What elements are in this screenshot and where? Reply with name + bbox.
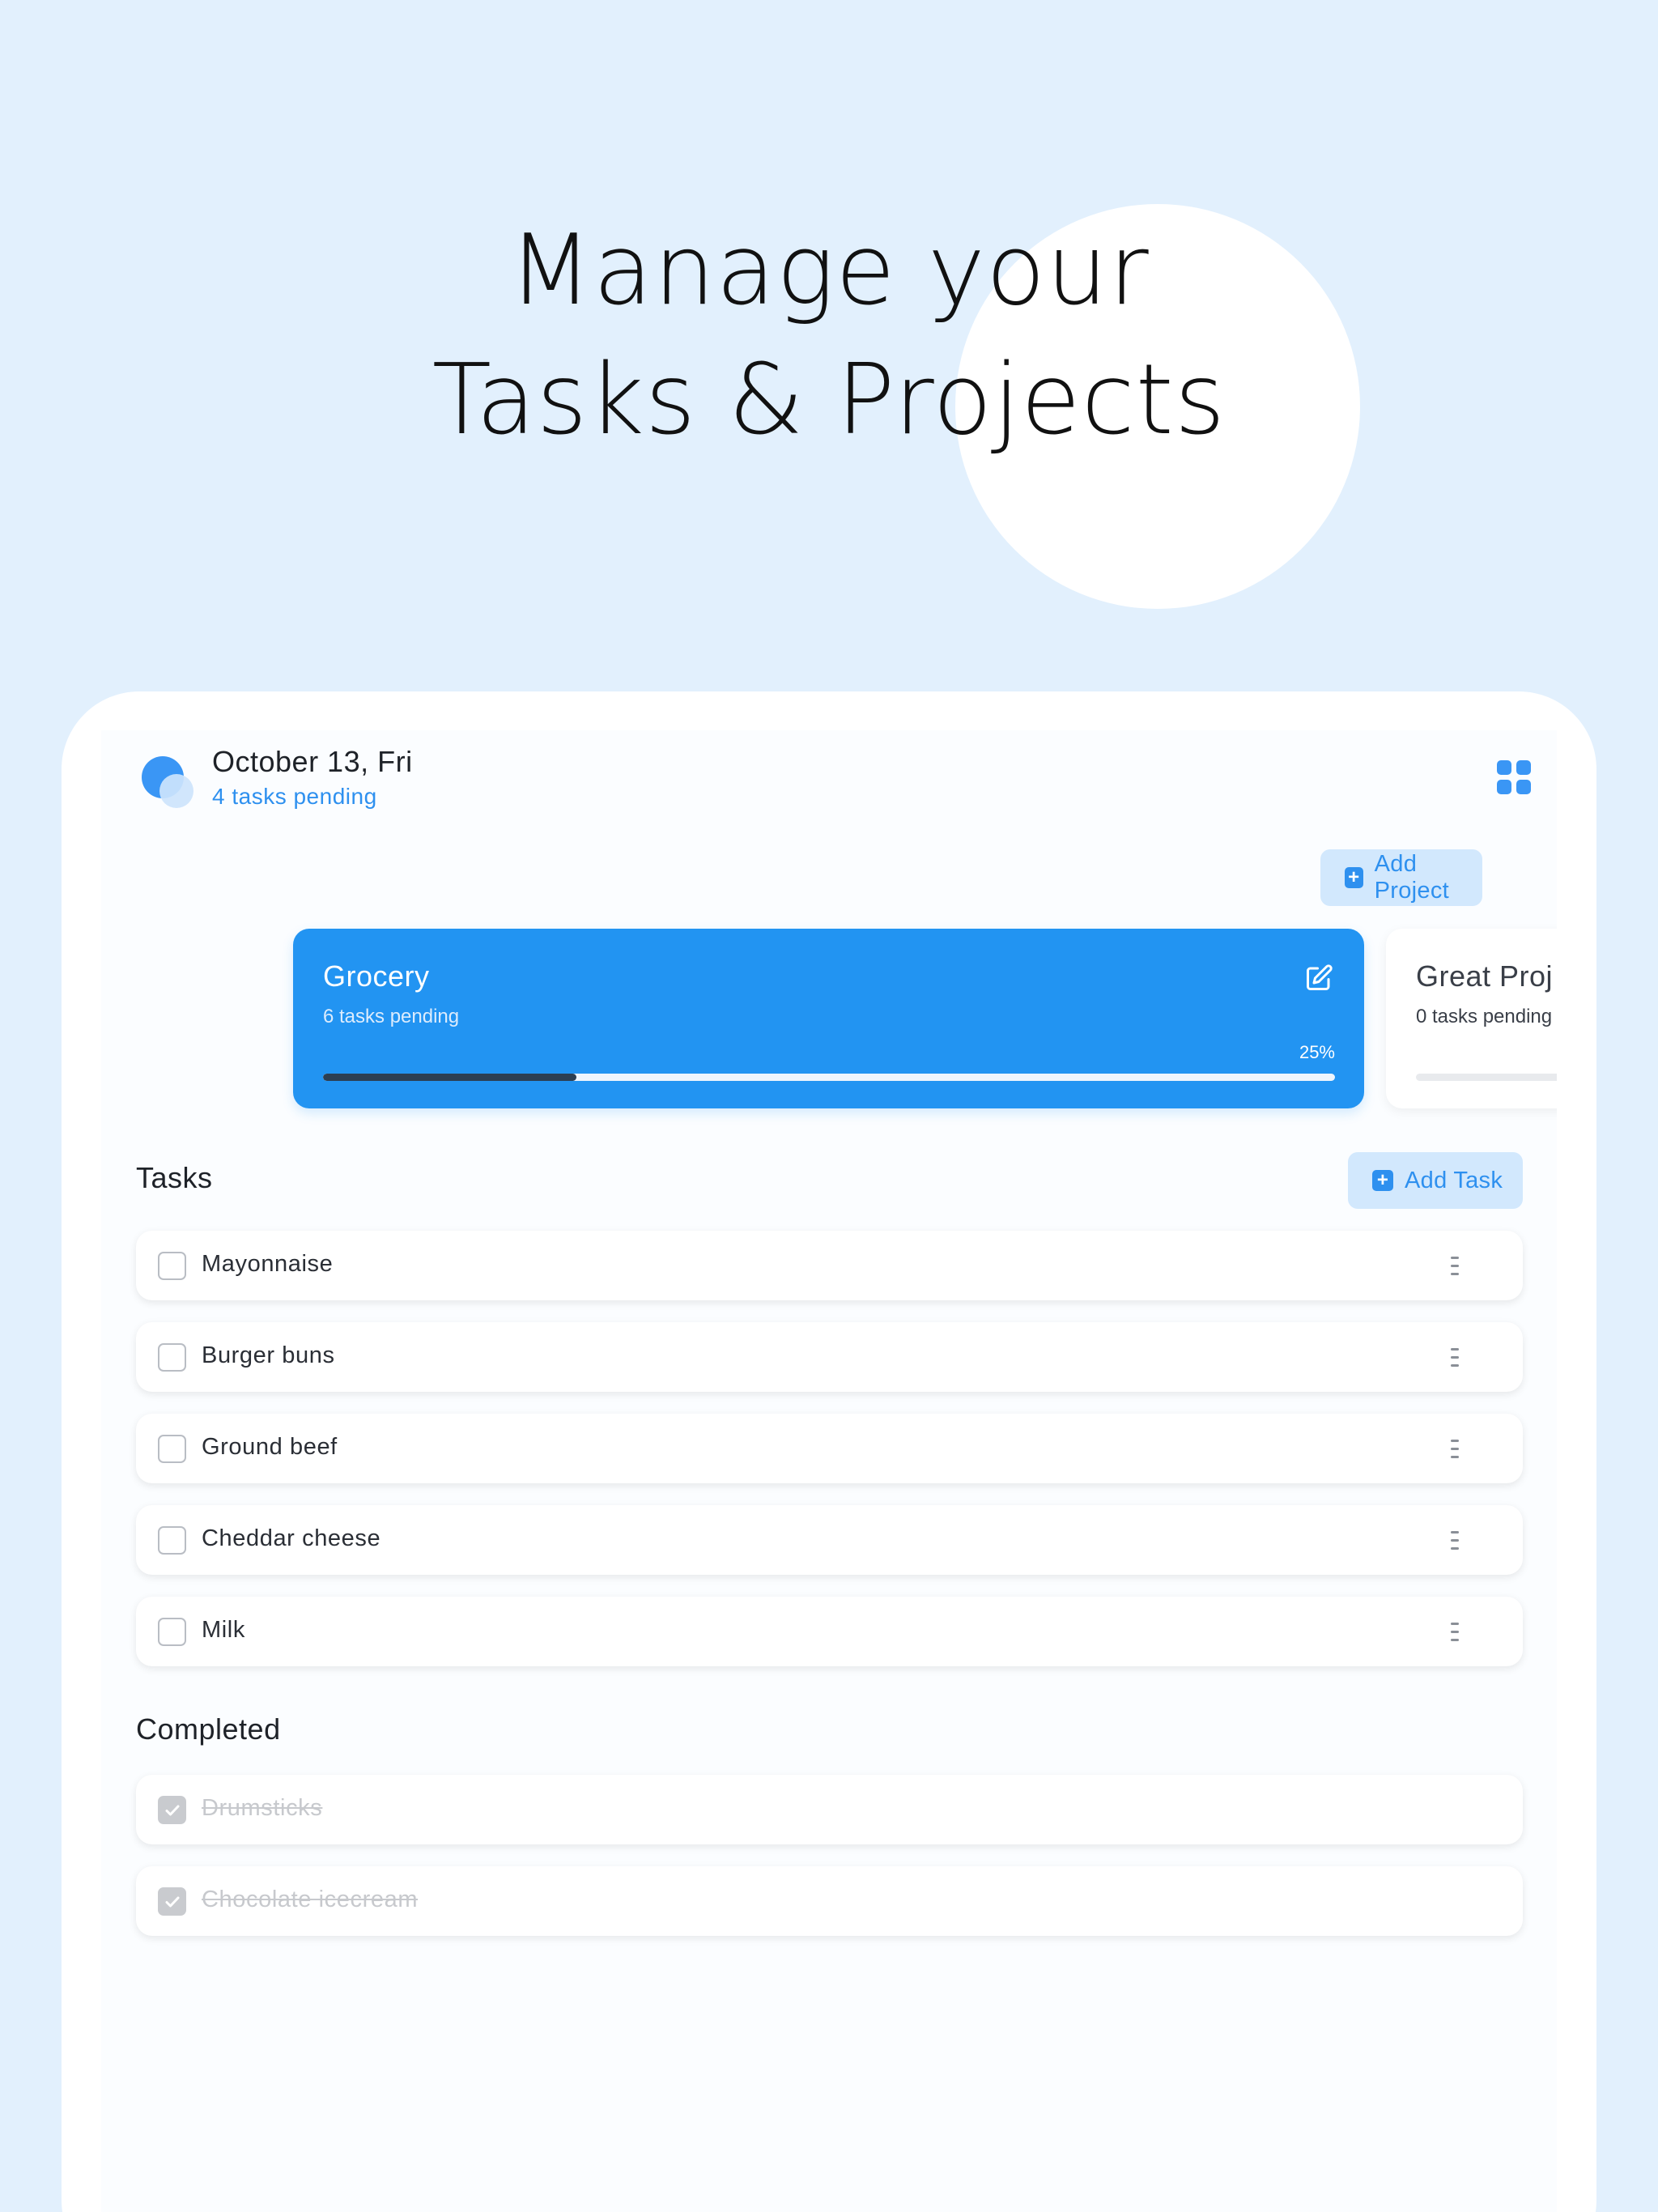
completed-task-row[interactable]: Chocolate icecream xyxy=(136,1866,1523,1936)
completed-task-list: Drumsticks Chocolate icecream xyxy=(136,1775,1523,1958)
headline-line-2: Tasks & Projects xyxy=(432,344,1226,457)
headline-line-1: Manage your xyxy=(508,215,1150,327)
checkmark-icon xyxy=(165,1896,180,1908)
project-card-great-proj[interactable]: Great Proj 0 tasks pending xyxy=(1386,929,1557,1108)
project-card-grocery[interactable]: Grocery 6 tasks pending 25% xyxy=(293,929,1364,1108)
add-task-button[interactable]: + Add Task xyxy=(1348,1152,1523,1209)
task-checkbox-checked[interactable] xyxy=(158,1887,186,1916)
plus-icon: + xyxy=(1345,867,1363,888)
project-progress-label: 25% xyxy=(1299,1042,1335,1062)
checkmark-icon xyxy=(165,1805,180,1816)
add-project-label: Add Project xyxy=(1374,851,1449,904)
edit-icon[interactable] xyxy=(1304,963,1333,993)
more-vertical-icon[interactable] xyxy=(1446,1528,1462,1554)
project-progress-bar xyxy=(1416,1074,1557,1081)
headline: Manage your Tasks & Projects xyxy=(0,206,1658,466)
task-checkbox[interactable] xyxy=(158,1435,186,1463)
more-vertical-icon[interactable] xyxy=(1446,1436,1462,1462)
task-label: Mayonnaise xyxy=(202,1251,334,1277)
task-checkbox[interactable] xyxy=(158,1252,186,1280)
grid-icon[interactable] xyxy=(1497,760,1531,794)
pending-count: 4 tasks pending xyxy=(212,784,377,809)
more-vertical-icon[interactable] xyxy=(1446,1345,1462,1371)
tasks-heading: Tasks xyxy=(136,1161,213,1194)
add-project-button[interactable]: + Add Project xyxy=(1320,849,1482,906)
app-store-screenshot: Manage your Tasks & Projects October 13,… xyxy=(0,0,1658,2212)
project-name: Great Proj xyxy=(1416,959,1554,993)
open-task-list: Mayonnaise Burger buns Ground beef Chedd… xyxy=(136,1231,1523,1688)
task-checkbox-checked[interactable] xyxy=(158,1796,186,1824)
project-name: Grocery xyxy=(323,959,430,993)
project-progress-bar xyxy=(323,1074,1335,1081)
task-row[interactable]: Burger buns xyxy=(136,1322,1523,1392)
current-date: October 13, Fri xyxy=(212,745,413,778)
task-label: Chocolate icecream xyxy=(202,1887,419,1912)
more-vertical-icon[interactable] xyxy=(1446,1619,1462,1645)
project-pending: 6 tasks pending xyxy=(323,1006,460,1027)
task-label: Burger buns xyxy=(202,1342,335,1368)
task-label: Milk xyxy=(202,1617,245,1643)
task-row[interactable]: Cheddar cheese xyxy=(136,1505,1523,1575)
task-label: Ground beef xyxy=(202,1434,338,1460)
completed-task-row[interactable]: Drumsticks xyxy=(136,1775,1523,1844)
completed-heading: Completed xyxy=(136,1712,281,1746)
task-row[interactable]: Milk xyxy=(136,1597,1523,1666)
task-checkbox[interactable] xyxy=(158,1526,186,1555)
task-row[interactable]: Mayonnaise xyxy=(136,1231,1523,1300)
task-checkbox[interactable] xyxy=(158,1618,186,1646)
task-checkbox[interactable] xyxy=(158,1343,186,1372)
app-logo-icon xyxy=(142,756,198,813)
project-progress-fill xyxy=(323,1074,576,1081)
more-vertical-icon[interactable] xyxy=(1446,1253,1462,1279)
plus-icon: + xyxy=(1372,1170,1393,1191)
app-screen: October 13, Fri 4 tasks pending + Add Pr… xyxy=(101,730,1557,2212)
project-pending: 0 tasks pending xyxy=(1416,1006,1553,1027)
task-row[interactable]: Ground beef xyxy=(136,1414,1523,1483)
task-label: Drumsticks xyxy=(202,1795,323,1821)
task-label: Cheddar cheese xyxy=(202,1525,381,1551)
add-task-label: Add Task xyxy=(1405,1167,1503,1193)
